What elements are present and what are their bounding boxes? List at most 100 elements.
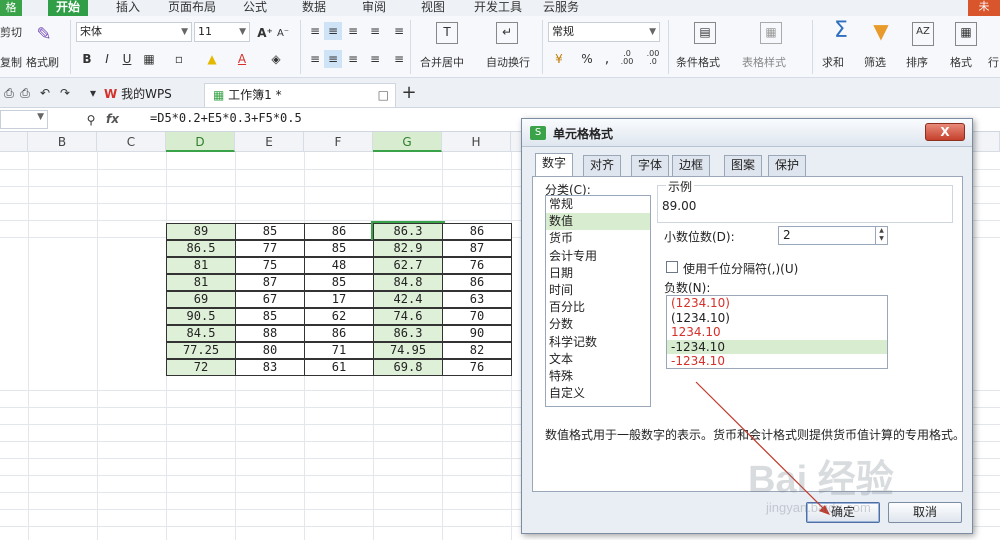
tab-page-layout[interactable]: 页面布局 [168,0,216,16]
align-right-icon[interactable]: ≡ [344,50,362,68]
tab-home[interactable]: 开始 [48,0,89,16]
table-cell[interactable]: 90.5 [166,308,236,325]
table-cell[interactable]: 86 [304,325,374,342]
increase-decimal-button[interactable]: .0 .00 [616,50,638,68]
tab-workbook[interactable]: ▦ 工作簿1 * □ [204,83,396,107]
col-header-d[interactable]: D [166,132,235,152]
table-cell[interactable]: 61 [304,359,374,376]
conditional-format-icon[interactable]: ▤ [694,22,716,44]
fx-button[interactable]: fx [106,112,119,126]
table-cell[interactable]: 70 [442,308,512,325]
quick-access-menu-icon[interactable]: ▾ [84,84,102,102]
row-col-button[interactable]: 行 [988,54,999,70]
wrap-text-icon[interactable]: ↵ [496,22,518,44]
table-cell[interactable]: 69.8 [373,359,443,376]
distribute-icon[interactable]: ≡ [390,50,408,68]
number-format-select[interactable]: 常规 ▼ [548,22,660,42]
formula-input[interactable]: =D5*0.2+E5*0.3+F5*0.5 [150,111,302,125]
tab-cloud[interactable]: 云服务 [543,0,579,16]
align-middle-icon[interactable]: ≡ [324,22,342,40]
sort-icon[interactable]: AZ [912,22,934,46]
negative-numbers-list[interactable]: (1234.10) (1234.10) 1234.10 -1234.10 -12… [666,295,888,369]
close-tab-icon[interactable]: □ [378,84,389,106]
table-cell[interactable]: 62 [304,308,374,325]
table-cell[interactable]: 85 [235,308,305,325]
decrease-decimal-button[interactable]: .00 .0 [642,50,664,68]
category-percentage[interactable]: 百分比 [546,299,650,316]
col-header-g[interactable]: G [373,132,442,152]
category-number[interactable]: 数值 [546,213,650,231]
undo-icon[interactable]: ↶ [36,84,54,102]
tab-alignment[interactable]: 对齐 [583,155,622,176]
table-cell[interactable]: 17 [304,291,374,308]
merge-cells-icon[interactable]: ▫ [170,50,188,68]
font-color-icon[interactable]: A [233,50,251,68]
shrink-font-icon[interactable]: A⁻ [274,25,292,43]
format-painter-button[interactable]: 格式刷 [26,54,59,70]
tab-developer[interactable]: 开发工具 [474,0,522,16]
font-name-select[interactable]: 宋体 ▼ [76,22,192,42]
thousands-button[interactable]: , [598,50,616,68]
underline-button[interactable]: U [118,50,136,68]
format-button[interactable]: 格式 [950,54,972,70]
negative-option[interactable]: 1234.10 [667,325,887,340]
table-cell[interactable]: 84.5 [166,325,236,342]
table-cell-active[interactable]: 86.3 [371,221,445,242]
format-painter-icon[interactable]: ✎ [33,26,55,48]
table-cell[interactable]: 86.5 [166,240,236,257]
table-cell[interactable]: 81 [166,274,236,291]
sort-button[interactable]: 排序 [906,54,928,70]
tab-data[interactable]: 数据 [302,0,326,16]
bold-button[interactable]: B [78,50,96,68]
table-cell[interactable]: 69 [166,291,236,308]
table-cell[interactable]: 62.7 [373,257,443,274]
table-cell[interactable]: 77 [235,240,305,257]
filter-icon[interactable]: ▼ [870,21,892,46]
category-custom[interactable]: 自定义 [546,385,650,402]
col-header-h[interactable]: H [442,132,511,152]
table-style-icon[interactable]: ▦ [760,22,782,44]
justify-icon[interactable]: ≡ [366,50,384,68]
table-cell[interactable]: 83 [235,359,305,376]
table-cell[interactable]: 42.4 [373,291,443,308]
align-left-icon[interactable]: ≡ [306,50,324,68]
table-cell[interactable]: 74.95 [373,342,443,359]
table-cell[interactable]: 76 [442,257,512,274]
format-icon[interactable]: ▦ [955,22,977,46]
merge-center-button[interactable]: 合并居中 [420,54,464,70]
border-icon[interactable]: ▦ [140,50,158,68]
align-center-icon[interactable]: ≡ [324,50,342,68]
col-header-b[interactable]: B [28,132,97,152]
wrap-text-button[interactable]: 自动换行 [486,54,530,70]
thousands-separator-checkbox[interactable] [666,261,678,273]
tab-my-wps[interactable]: W 我的WPS [104,83,172,107]
close-button[interactable]: X [925,123,965,141]
table-cell[interactable]: 82 [442,342,512,359]
table-cell[interactable]: 72 [166,359,236,376]
tab-formulas[interactable]: 公式 [243,0,267,16]
col-header-e[interactable]: E [235,132,304,152]
table-cell[interactable]: 85 [304,274,374,291]
table-style-button[interactable]: 表格样式 [742,54,786,70]
tab-review[interactable]: 审阅 [362,0,386,16]
col-header-f[interactable]: F [304,132,373,152]
tab-number[interactable]: 数字 [535,153,574,177]
table-cell[interactable]: 89 [166,223,236,240]
category-text[interactable]: 文本 [546,351,650,368]
table-cell[interactable]: 76 [442,359,512,376]
name-box[interactable]: ▼ [0,110,48,129]
table-cell[interactable]: 87 [442,240,512,257]
align-bottom-icon[interactable]: ≡ [344,22,362,40]
dialog-titlebar[interactable]: S 单元格格式 X [522,119,972,147]
category-currency[interactable]: 货币 [546,230,650,247]
table-cell[interactable]: 75 [235,257,305,274]
grow-font-icon[interactable]: A⁺ [256,24,274,42]
table-cell[interactable]: 85 [235,223,305,240]
cancel-button[interactable]: 取消 [888,502,962,523]
category-accounting[interactable]: 会计专用 [546,248,650,265]
table-cell[interactable]: 84.8 [373,274,443,291]
italic-button[interactable]: I [98,50,116,68]
zoom-icon[interactable]: ⚲ [82,111,100,129]
table-cell[interactable]: 88 [235,325,305,342]
decimal-places-stepper[interactable]: 2 ▲ ▼ [778,226,888,245]
